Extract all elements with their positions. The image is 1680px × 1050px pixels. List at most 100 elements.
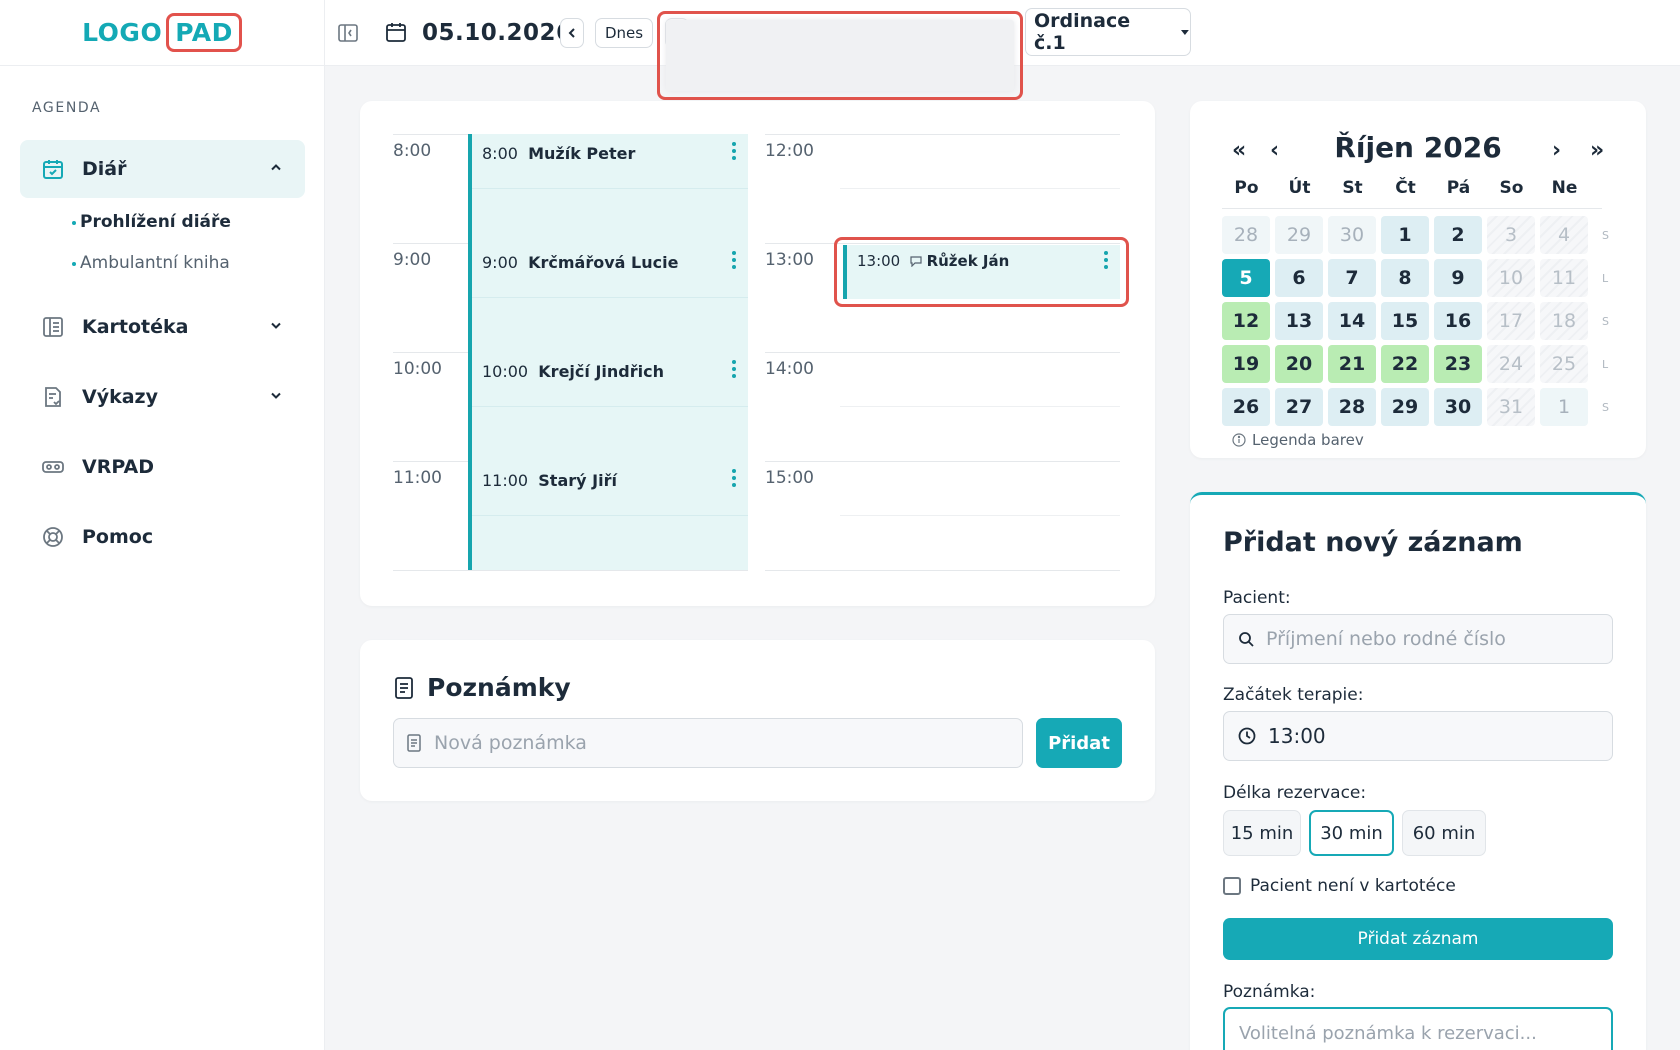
weekday-label: Pá xyxy=(1446,178,1471,198)
calendar-day[interactable]: 24 xyxy=(1487,345,1535,383)
appointment-patient: Starý Jiří xyxy=(538,471,617,490)
chevron-down-icon[interactable] xyxy=(269,388,283,407)
not-in-registry-checkbox[interactable] xyxy=(1223,877,1241,895)
calendar-day[interactable]: 17 xyxy=(1487,302,1535,340)
sidebar-subitem-prohlizeni[interactable]: Prohlížení diáře xyxy=(72,212,231,232)
more-options-icon[interactable] xyxy=(1104,251,1108,269)
time-label: 13:00 xyxy=(765,250,814,270)
calendar-day[interactable]: 1 xyxy=(1381,216,1429,254)
calendar-day[interactable]: 6 xyxy=(1275,259,1323,297)
calendar-day[interactable]: 27 xyxy=(1275,388,1323,426)
add-note-button[interactable]: Přidat xyxy=(1036,718,1122,768)
week-parity-tag: L xyxy=(1602,358,1609,371)
sidebar-item-vrpad[interactable]: VRPAD xyxy=(20,438,305,496)
half-hour-divider xyxy=(472,515,748,516)
patient-search-input[interactable]: Příjmení nebo rodné číslo xyxy=(1223,614,1613,664)
clock-icon xyxy=(1238,727,1256,745)
logo[interactable]: LOGO PAD xyxy=(82,13,242,52)
calendar-day[interactable]: 10 xyxy=(1487,259,1535,297)
add-record-button[interactable]: Přidat záznam xyxy=(1223,918,1613,960)
reservation-note-input[interactable]: Volitelná poznámka k rezervaci... xyxy=(1223,1007,1613,1050)
appointment-text: 10:00 Krejčí Jindřich xyxy=(482,362,664,381)
calendar-day[interactable]: 18 xyxy=(1540,302,1588,340)
calendar-day[interactable]: 30 xyxy=(1434,388,1482,426)
section-label-agenda: AGENDA xyxy=(32,100,102,116)
appointment-time: 8:00 xyxy=(482,144,518,163)
calendar-day[interactable]: 9 xyxy=(1434,259,1482,297)
sidebar-item-vykazy[interactable]: Výkazy xyxy=(20,368,305,426)
sidebar-item-diar[interactable]: Diář xyxy=(20,140,305,198)
prev-day-button[interactable] xyxy=(560,18,584,48)
appointment-time: 11:00 xyxy=(482,471,529,490)
appointment-card[interactable]: 11:00 Starý Jiří xyxy=(468,461,748,570)
ordinace-select[interactable]: Ordinace č.1 xyxy=(1025,8,1191,56)
sidebar-item-label: Pomoc xyxy=(82,526,154,548)
calendar-day[interactable]: 3 xyxy=(1487,216,1535,254)
today-button[interactable]: Dnes xyxy=(595,18,653,48)
chevron-down-icon[interactable] xyxy=(269,318,283,337)
calendar-day[interactable]: 19 xyxy=(1222,345,1270,383)
weekday-label: St xyxy=(1342,178,1363,198)
calendar-day[interactable]: 30 xyxy=(1328,216,1376,254)
calendar-day[interactable]: 2 xyxy=(1434,216,1482,254)
half-hour-divider xyxy=(472,188,748,189)
more-options-icon[interactable] xyxy=(732,360,736,378)
duration-30-button[interactable]: 30 min xyxy=(1309,810,1394,856)
calendar-day[interactable]: 31 xyxy=(1487,388,1535,426)
sidebar-toggle-icon[interactable] xyxy=(335,20,361,46)
calendar-day[interactable]: 25 xyxy=(1540,345,1588,383)
next-year-icon[interactable]: » xyxy=(1590,138,1604,163)
new-note-input[interactable]: Nová poznámka xyxy=(393,718,1023,768)
next-month-icon[interactable]: › xyxy=(1552,138,1561,163)
duration-60-button[interactable]: 60 min xyxy=(1402,810,1486,856)
notes-header: Poznámky xyxy=(393,673,571,702)
sidebar-item-label: Výkazy xyxy=(82,386,158,408)
calendar-day[interactable]: 16 xyxy=(1434,302,1482,340)
week-parity-tag: S xyxy=(1602,315,1609,328)
calendar-day[interactable]: 20 xyxy=(1275,345,1323,383)
more-options-icon[interactable] xyxy=(732,469,736,487)
calendar-day[interactable]: 13 xyxy=(1275,302,1323,340)
appointment-patient: Krčmářová Lucie xyxy=(528,253,679,272)
calendar-day[interactable]: 28 xyxy=(1222,216,1270,254)
calendar-day[interactable]: 29 xyxy=(1381,388,1429,426)
calendar-day[interactable]: 5 xyxy=(1222,259,1270,297)
legend-label: Legenda barev xyxy=(1252,431,1364,449)
notes-title: Poznámky xyxy=(427,673,571,702)
calendar-day[interactable]: 8 xyxy=(1381,259,1429,297)
time-label: 14:00 xyxy=(765,359,814,379)
appointment-patient: Mužík Peter xyxy=(528,144,636,163)
calendar-day[interactable]: 11 xyxy=(1540,259,1588,297)
chevron-up-icon[interactable] xyxy=(269,160,283,179)
calendar-day[interactable]: 22 xyxy=(1381,345,1429,383)
calendar-day[interactable]: 7 xyxy=(1328,259,1376,297)
appointment-card[interactable]: 13:00 Růžek Ján xyxy=(843,245,1120,299)
sidebar-subitem-ambulantni[interactable]: Ambulantní kniha xyxy=(72,253,230,273)
calendar-day[interactable]: 1 xyxy=(1540,388,1588,426)
calendar-day[interactable]: 26 xyxy=(1222,388,1270,426)
calendar-day[interactable]: 28 xyxy=(1328,388,1376,426)
calendar-day[interactable]: 4 xyxy=(1540,216,1588,254)
duration-15-button[interactable]: 15 min xyxy=(1223,810,1301,856)
sidebar-item-kartoteka[interactable]: Kartotéka xyxy=(20,298,305,356)
appointment-card[interactable]: 10:00 Krejčí Jindřich xyxy=(468,352,748,461)
sidebar-item-label: Kartotéka xyxy=(82,316,189,338)
half-hour-divider xyxy=(472,297,748,298)
weekday-label: Po xyxy=(1234,178,1259,198)
appointment-card[interactable]: 9:00 Krčmářová Lucie xyxy=(468,243,748,352)
sidebar-item-pomoc[interactable]: Pomoc xyxy=(20,508,305,566)
calendar-day[interactable]: 23 xyxy=(1434,345,1482,383)
start-time-input[interactable]: 13:00 xyxy=(1223,711,1613,761)
half-hour-divider xyxy=(840,406,1120,407)
calendar-day[interactable]: 12 xyxy=(1222,302,1270,340)
calendar-day[interactable]: 14 xyxy=(1328,302,1376,340)
week-parity-tag: L xyxy=(1602,272,1609,285)
appointment-card[interactable]: 8:00 Mužík Peter xyxy=(468,134,748,243)
calendar-day[interactable]: 29 xyxy=(1275,216,1323,254)
more-options-icon[interactable] xyxy=(732,251,736,269)
weekday-label: Čt xyxy=(1395,178,1416,198)
calendar-day[interactable]: 15 xyxy=(1381,302,1429,340)
more-options-icon[interactable] xyxy=(732,142,736,160)
calendar-day[interactable]: 21 xyxy=(1328,345,1376,383)
color-legend[interactable]: Legenda barev xyxy=(1232,431,1364,449)
